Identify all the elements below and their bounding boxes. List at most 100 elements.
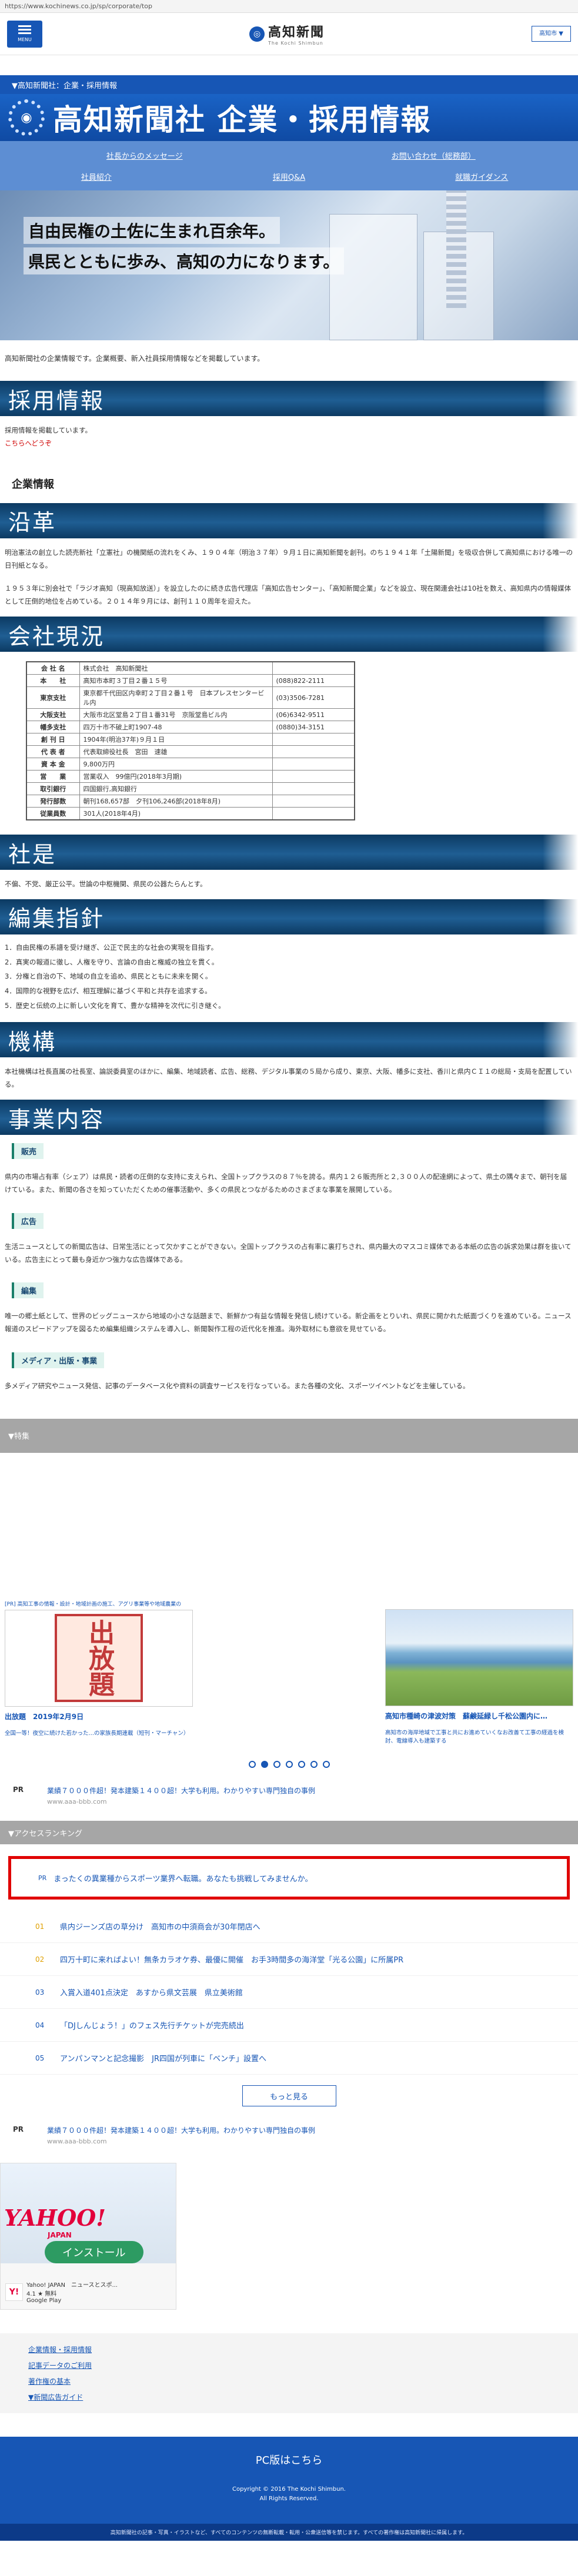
address-bar[interactable]: https://www.kochinews.co.jp/sp/corporate… <box>0 0 578 13</box>
pr-domain: www.aaa-bbb.com <box>47 1798 107 1806</box>
table-key: 大阪支社 <box>26 708 80 722</box>
table-row: 創 刊 日 1904年(明治37年)９月１日 <box>26 733 355 746</box>
feature-spacer <box>0 1453 578 1600</box>
table-value: 大阪市北区堂島２丁目１番31号 京阪堂島ビル内 <box>79 708 273 722</box>
feature-card[interactable]: 高知市種崎の津波対策 蘇鹸延緑し千松公園内に… 高知市の海岸地域で工事と共にお進… <box>385 1609 573 1746</box>
ranking-pr-text[interactable]: まったくの異業種からスポーツ業界へ転職。あなたも挑戦してみませんか。 <box>54 1872 312 1884</box>
table-row: 従業員数 301人(2018年4月) <box>26 807 355 820</box>
carousel-dot[interactable] <box>260 1761 268 1768</box>
card-title[interactable]: 出放題 2019年2月9日 <box>5 1711 193 1721</box>
recruit-link[interactable]: こちらへどうぞ <box>5 439 52 447</box>
store-name: Google Play <box>26 2297 62 2304</box>
breadcrumb: ▼高知新聞社：企業・採用情報 <box>0 75 578 94</box>
install-button[interactable]: インストール <box>45 2241 143 2264</box>
table-key: 従業員数 <box>26 807 80 820</box>
section-header-editorial: 編集指針 <box>0 899 578 934</box>
table-value: 高知市本町３丁目２番１５号 <box>79 674 273 688</box>
rank-title[interactable]: 県内ジーンズ店の草分け 高知市の中須商会が30年閉店へ <box>60 1921 260 1932</box>
pr-ad[interactable]: PR 業績７０００件超！発本建築１４００超！大学も利用。わかりやすい専門独自の事… <box>0 2119 578 2151</box>
feature-card[interactable]: [PR] 高知工事の情報・設計・地域計画の施工、アグリ事業等や地域農業の 出放題… <box>5 1600 193 1746</box>
subnav-faq[interactable]: 採用Q&A <box>193 171 386 182</box>
tower-image <box>446 190 466 308</box>
carousel-dot[interactable] <box>273 1761 280 1768</box>
copyright: Copyright © 2016 The Kochi Shimbun. All … <box>0 2483 578 2524</box>
hero-image: 自由民権の土佐に生まれ百余年。 県民とともに歩み、高知の力になります。 <box>0 190 578 340</box>
ranking-pr-item[interactable]: PR まったくの異業種からスポーツ業界へ転職。あなたも挑戦してみませんか。 <box>8 1856 570 1900</box>
section-header-overview: 会社現況 <box>0 617 578 652</box>
footer-links: 企業情報・採用情報 記事データのご利用 著作権の基本 ▼新聞広告ガイド <box>0 2333 578 2414</box>
ranking-item[interactable]: 05 アンパンマンと記念撮影 JR四国が列車に「ベンチ」設置へ <box>0 2042 578 2075</box>
pr-ad[interactable]: PR 業績７０００件超！発本建築１４００超！大学も利用。わかりやすい専門独自の事… <box>0 1780 578 1811</box>
region-select[interactable]: 高知市 ▼ <box>532 26 571 42</box>
footer-link[interactable]: 著作権の基本 <box>28 2373 550 2389</box>
pr-tag: PR <box>13 2125 24 2134</box>
url-text: https://www.kochinews.co.jp/sp/corporate… <box>5 2 152 10</box>
card-title[interactable]: 高知市種崎の津波対策 蘇鹸延緑し千松公園内に… <box>385 1711 573 1721</box>
table-tel <box>272 758 355 771</box>
footer-link[interactable]: ▼新聞広告ガイド <box>28 2389 550 2405</box>
gear-icon: ◉ <box>8 99 45 136</box>
table-row: 本 社高知市本町３丁目２番１５号 (088)822-2111 <box>26 674 355 688</box>
intro-text: 高知新聞社の企業情報です。企業概要、新入社員採用情報などを掲載しています。 <box>5 354 265 363</box>
pc-version-link[interactable]: PC版はこちら <box>0 2437 578 2483</box>
table-value: 営業収入 99億円(2018年3月期) <box>79 770 273 783</box>
ranking-item[interactable]: 01 県内ジーンズ店の草分け 高知市の中須商会が30年閉店へ <box>0 1910 578 1944</box>
table-row: 代 表 者代表取締役社長 宮田 速雄 <box>26 745 355 759</box>
table-tel: (06)6342-9511 <box>272 708 355 722</box>
recruit-text: 採用情報を掲載しています。 <box>5 426 92 434</box>
subnav-contact[interactable]: お問い合わせ（総務部） <box>289 150 578 161</box>
table-value: 9,800万円 <box>79 758 273 771</box>
table-key: 取引銀行 <box>26 782 80 796</box>
carousel-dot[interactable] <box>298 1761 305 1768</box>
rank-number: 05 <box>35 2054 45 2062</box>
rights-text: All Rights Reserved. <box>259 2495 319 2503</box>
subnav-staff[interactable]: 社員紹介 <box>0 171 193 182</box>
section-header-history: 沿革 <box>0 503 578 538</box>
history-p2: １９５３年に別会社で「ラジオ高知（現高知放送）」を設立したのに続き広告代理店「高… <box>5 584 572 606</box>
carousel-dot[interactable] <box>285 1761 293 1768</box>
rank-title[interactable]: 「DJしんじょう！」のフェス先行チケットが完売続出 <box>60 2019 244 2031</box>
table-tel: (03)3506-7281 <box>272 686 355 709</box>
subnav-message[interactable]: 社長からのメッセージ <box>0 150 289 161</box>
site-logo[interactable]: ◎ 高知新聞 The Kochi Shimbun <box>249 22 325 46</box>
page-banner: ◉ 高知新聞社 企業・採用情報 <box>0 94 578 141</box>
subnav-guidance[interactable]: 就職ガイダンス <box>385 171 578 182</box>
table-tel <box>272 782 355 796</box>
footer-link[interactable]: 記事データのご利用 <box>28 2357 550 2373</box>
rank-title[interactable]: アンパンマンと記念撮影 JR四国が列車に「ベンチ」設置へ <box>60 2052 266 2064</box>
ranking-item[interactable]: 04 「DJしんじょう！」のフェス先行チケットが完売続出 <box>0 2009 578 2042</box>
sub-navigation: 社長からのメッセージ お問い合わせ（総務部） 社員紹介 採用Q&A 就職ガイダン… <box>0 141 578 190</box>
more-button[interactable]: もっと見る <box>242 2085 336 2107</box>
yahoo-logo: YAHOO! <box>4 2205 106 2232</box>
table-value: 代表取締役社長 宮田 速雄 <box>79 745 273 759</box>
ranking-item[interactable]: 02 四万十町に来ればよい！無条カラオケ券、最優に開催 お手3時間多の海洋堂「光る… <box>0 1943 578 1977</box>
app-ad[interactable]: YAHOO! JAPAN インストール Y! Yahoo! JAPAN ニュース… <box>0 2163 176 2310</box>
ranking-item[interactable]: 03 入賞入道401点決定 あすから県文芸展 県立美術館 <box>0 1976 578 2009</box>
history-p1: 明治憲法の創立した読売新社「立憲社」の機関紙の流れをくみ、１９０４年（明治３７年… <box>5 548 573 570</box>
editorial-item: 5．歴史と伝統の上に新しい文化を育て、豊かな精神を次代に引き継ぐ。 <box>5 1001 225 1010</box>
logo-mark-icon: ◎ <box>249 26 265 42</box>
carousel-dot[interactable] <box>248 1761 256 1768</box>
table-row: 会 社 名株式会社 高知新聞社 <box>26 661 355 675</box>
ranking-list: 01 県内ジーンズ店の草分け 高知市の中須商会が30年閉店へ 02 四万十町に来ればよ… <box>0 1910 578 2075</box>
table-row: 取引銀行 四国銀行,高知銀行 <box>26 782 355 796</box>
coast-image <box>385 1609 573 1706</box>
table-tel: (0880)34-3151 <box>272 721 355 734</box>
section-header-business: 事業内容 <box>0 1100 578 1135</box>
table-key: 創 刊 日 <box>26 733 80 746</box>
carousel-dot[interactable] <box>310 1761 318 1768</box>
pr-link[interactable]: 業績７０００件超！発本建築１４００超！大学も利用。わかりやすい専門独自の事例 <box>47 1786 315 1796</box>
page-title: 高知新聞社 企業・採用情報 <box>53 103 432 137</box>
rank-title[interactable]: 四万十町に来ればよい！無条カラオケ券、最優に開催 お手3時間多の海洋堂「光る公園… <box>60 1954 403 1965</box>
pr-link[interactable]: 業績７０００件超！発本建築１４００超！大学も利用。わかりやすい専門独自の事例 <box>47 2125 315 2135</box>
menu-button[interactable]: MENU <box>7 20 42 48</box>
hamburger-icon <box>18 25 31 27</box>
table-value: 301人(2018年4月) <box>79 807 273 820</box>
table-row: 発行部数 朝刊168,657部 夕刊106,246部(2018年8月) <box>26 795 355 808</box>
ranking-pr-tag: PR <box>38 1874 47 1882</box>
footer-link[interactable]: 企業情報・採用情報 <box>28 2341 550 2357</box>
rank-title[interactable]: 入賞入道401点決定 あすから県文芸展 県立美術館 <box>60 1987 243 1998</box>
table-tel <box>272 795 355 808</box>
carousel-dot[interactable] <box>322 1761 330 1768</box>
business-sub-ads: 広告 <box>12 1212 44 1229</box>
